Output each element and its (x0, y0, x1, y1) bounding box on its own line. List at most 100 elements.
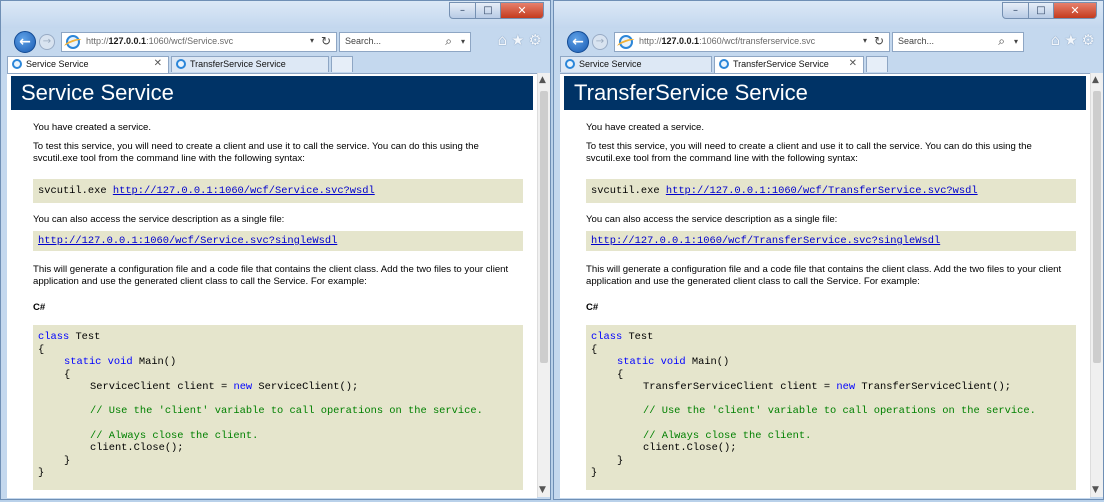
nav-bar: ← → http://127.0.0.1:1060/wcf/transferse… (554, 28, 1103, 56)
code-keyword: static void (617, 356, 686, 368)
code-brace: } (38, 467, 45, 479)
search-placeholder: Search... (898, 36, 935, 46)
tab-label: Service Service (579, 59, 642, 69)
code-comment: // Always close the client. (90, 430, 259, 442)
code-sample: class Test { static void Main() { Transf… (586, 325, 1076, 490)
wsdl-link[interactable]: http://127.0.0.1:1060/wcf/Service.svc?ws… (113, 185, 375, 197)
code-ctor: ServiceClient(); (258, 381, 359, 393)
vertical-scrollbar[interactable]: ▲ ▼ (537, 73, 550, 497)
close-tab-icon[interactable]: ✕ (849, 58, 857, 69)
code-var: client = (780, 381, 831, 393)
search-icon[interactable]: ⌕ (998, 34, 1005, 49)
page-title: Service Service (11, 76, 533, 110)
tab-strip: Service Service TransferService Service … (554, 56, 1103, 73)
window-controls: – □ ✕ (1002, 2, 1097, 19)
code-brace: } (617, 455, 624, 467)
svcutil-command: svcutil.exe http://127.0.0.1:1060/wcf/Tr… (586, 179, 1076, 203)
search-input[interactable]: Search... ⌕ ▾ (892, 32, 1024, 52)
ie-page-icon (565, 59, 575, 69)
close-tab-icon[interactable]: ✕ (154, 58, 162, 69)
code-brace: { (591, 344, 598, 356)
code-comment: // Use the 'client' variable to call ope… (90, 405, 483, 417)
ie-page-icon (619, 35, 633, 49)
ie-page-icon (176, 59, 186, 69)
single-file-text: You can also access the service descript… (33, 214, 285, 225)
wsdl-link[interactable]: http://127.0.0.1:1060/wcf/TransferServic… (666, 185, 978, 197)
single-wsdl-link[interactable]: http://127.0.0.1:1060/wcf/Service.svc?si… (38, 235, 337, 247)
chevron-down-icon[interactable]: ▾ (1014, 37, 1018, 46)
tab-transferservice[interactable]: TransferService Service ✕ (714, 56, 864, 73)
scrollbar-thumb[interactable] (1093, 91, 1101, 363)
title-bar: – □ ✕ (554, 1, 1103, 28)
tab-service[interactable]: Service Service ✕ (7, 56, 169, 73)
code-type: ServiceClient (90, 381, 172, 393)
tab-transferservice[interactable]: TransferService Service (171, 56, 329, 72)
browser-window-right: – □ ✕ ← → http://127.0.0.1:1060/wcf/tran… (553, 0, 1104, 500)
refresh-icon[interactable]: ↻ (321, 34, 331, 48)
code-keyword: new (836, 381, 856, 393)
code-brace: } (64, 455, 71, 467)
code-keyword: static void (64, 356, 133, 368)
single-wsdl-link[interactable]: http://127.0.0.1:1060/wcf/TransferServic… (591, 235, 940, 247)
command-text: svcutil.exe (591, 185, 660, 197)
home-icon[interactable]: ⌂ (498, 31, 508, 49)
chevron-down-icon[interactable]: ▼ (539, 485, 546, 495)
code-brace: { (38, 344, 45, 356)
address-bar[interactable]: http://127.0.0.1:1060/wcf/Service.svc ▾ … (61, 32, 337, 52)
instructions-text: To test this service, you will need to c… (586, 141, 1032, 164)
toolbar-icons: ⌂ ★ ⚙ (498, 31, 542, 49)
intro-text: You have created a service. (586, 122, 705, 133)
code-comment: // Always close the client. (643, 430, 812, 442)
tab-service[interactable]: Service Service (560, 56, 712, 72)
code-keyword: new (233, 381, 253, 393)
minimize-icon[interactable]: – (1002, 2, 1029, 19)
tab-strip: Service Service ✕ TransferService Servic… (1, 56, 550, 73)
star-icon[interactable]: ★ (511, 31, 524, 49)
intro-text: You have created a service. (33, 122, 152, 133)
code-brace: { (617, 369, 624, 381)
code-method: Main() (138, 356, 177, 368)
code-class-name: Test (75, 331, 101, 343)
svcutil-command: svcutil.exe http://127.0.0.1:1060/wcf/Se… (33, 179, 523, 203)
forward-arrow-icon[interactable]: → (39, 34, 55, 50)
maximize-icon[interactable]: □ (1029, 2, 1054, 19)
close-icon[interactable]: ✕ (501, 2, 544, 19)
address-url[interactable]: http://127.0.0.1:1060/wcf/transferservic… (639, 36, 815, 46)
close-icon[interactable]: ✕ (1054, 2, 1097, 19)
forward-arrow-icon[interactable]: → (592, 34, 608, 50)
chevron-down-icon[interactable]: ▾ (461, 37, 465, 46)
star-icon[interactable]: ★ (1064, 31, 1077, 49)
address-url[interactable]: http://127.0.0.1:1060/wcf/Service.svc (86, 36, 233, 46)
refresh-icon[interactable]: ↻ (874, 34, 884, 48)
tab-label: Service Service (26, 59, 89, 69)
toolbar-icons: ⌂ ★ ⚙ (1051, 31, 1095, 49)
back-arrow-icon[interactable]: ← (567, 31, 589, 53)
chevron-down-icon[interactable]: ▾ (863, 36, 867, 45)
generate-text: This will generate a configuration file … (586, 264, 1062, 287)
instructions-text: To test this service, you will need to c… (33, 141, 479, 164)
search-icon[interactable]: ⌕ (445, 34, 452, 49)
chevron-up-icon[interactable]: ▲ (539, 75, 546, 85)
search-input[interactable]: Search... ⌕ ▾ (339, 32, 471, 52)
command-text: svcutil.exe (38, 185, 107, 197)
vertical-scrollbar[interactable]: ▲ ▼ (1090, 73, 1103, 497)
scrollbar-thumb[interactable] (540, 91, 548, 363)
window-controls: – □ ✕ (449, 2, 544, 19)
maximize-icon[interactable]: □ (476, 2, 501, 19)
single-wsdl-box: http://127.0.0.1:1060/wcf/Service.svc?si… (33, 231, 523, 251)
tab-label: TransferService Service (733, 59, 829, 69)
new-tab-button[interactable] (331, 56, 353, 72)
new-tab-button[interactable] (866, 56, 888, 72)
chevron-down-icon[interactable]: ▾ (310, 36, 314, 45)
page-title: TransferService Service (564, 76, 1086, 110)
address-bar[interactable]: http://127.0.0.1:1060/wcf/transferservic… (614, 32, 890, 52)
back-arrow-icon[interactable]: ← (14, 31, 36, 53)
chevron-down-icon[interactable]: ▼ (1092, 485, 1099, 495)
home-icon[interactable]: ⌂ (1051, 31, 1061, 49)
gear-icon[interactable]: ⚙ (1082, 31, 1095, 49)
code-statement: client.Close(); (90, 442, 184, 454)
chevron-up-icon[interactable]: ▲ (1092, 75, 1099, 85)
gear-icon[interactable]: ⚙ (529, 31, 542, 49)
minimize-icon[interactable]: – (449, 2, 476, 19)
page-viewport: Service Service You have created a servi… (7, 73, 537, 498)
